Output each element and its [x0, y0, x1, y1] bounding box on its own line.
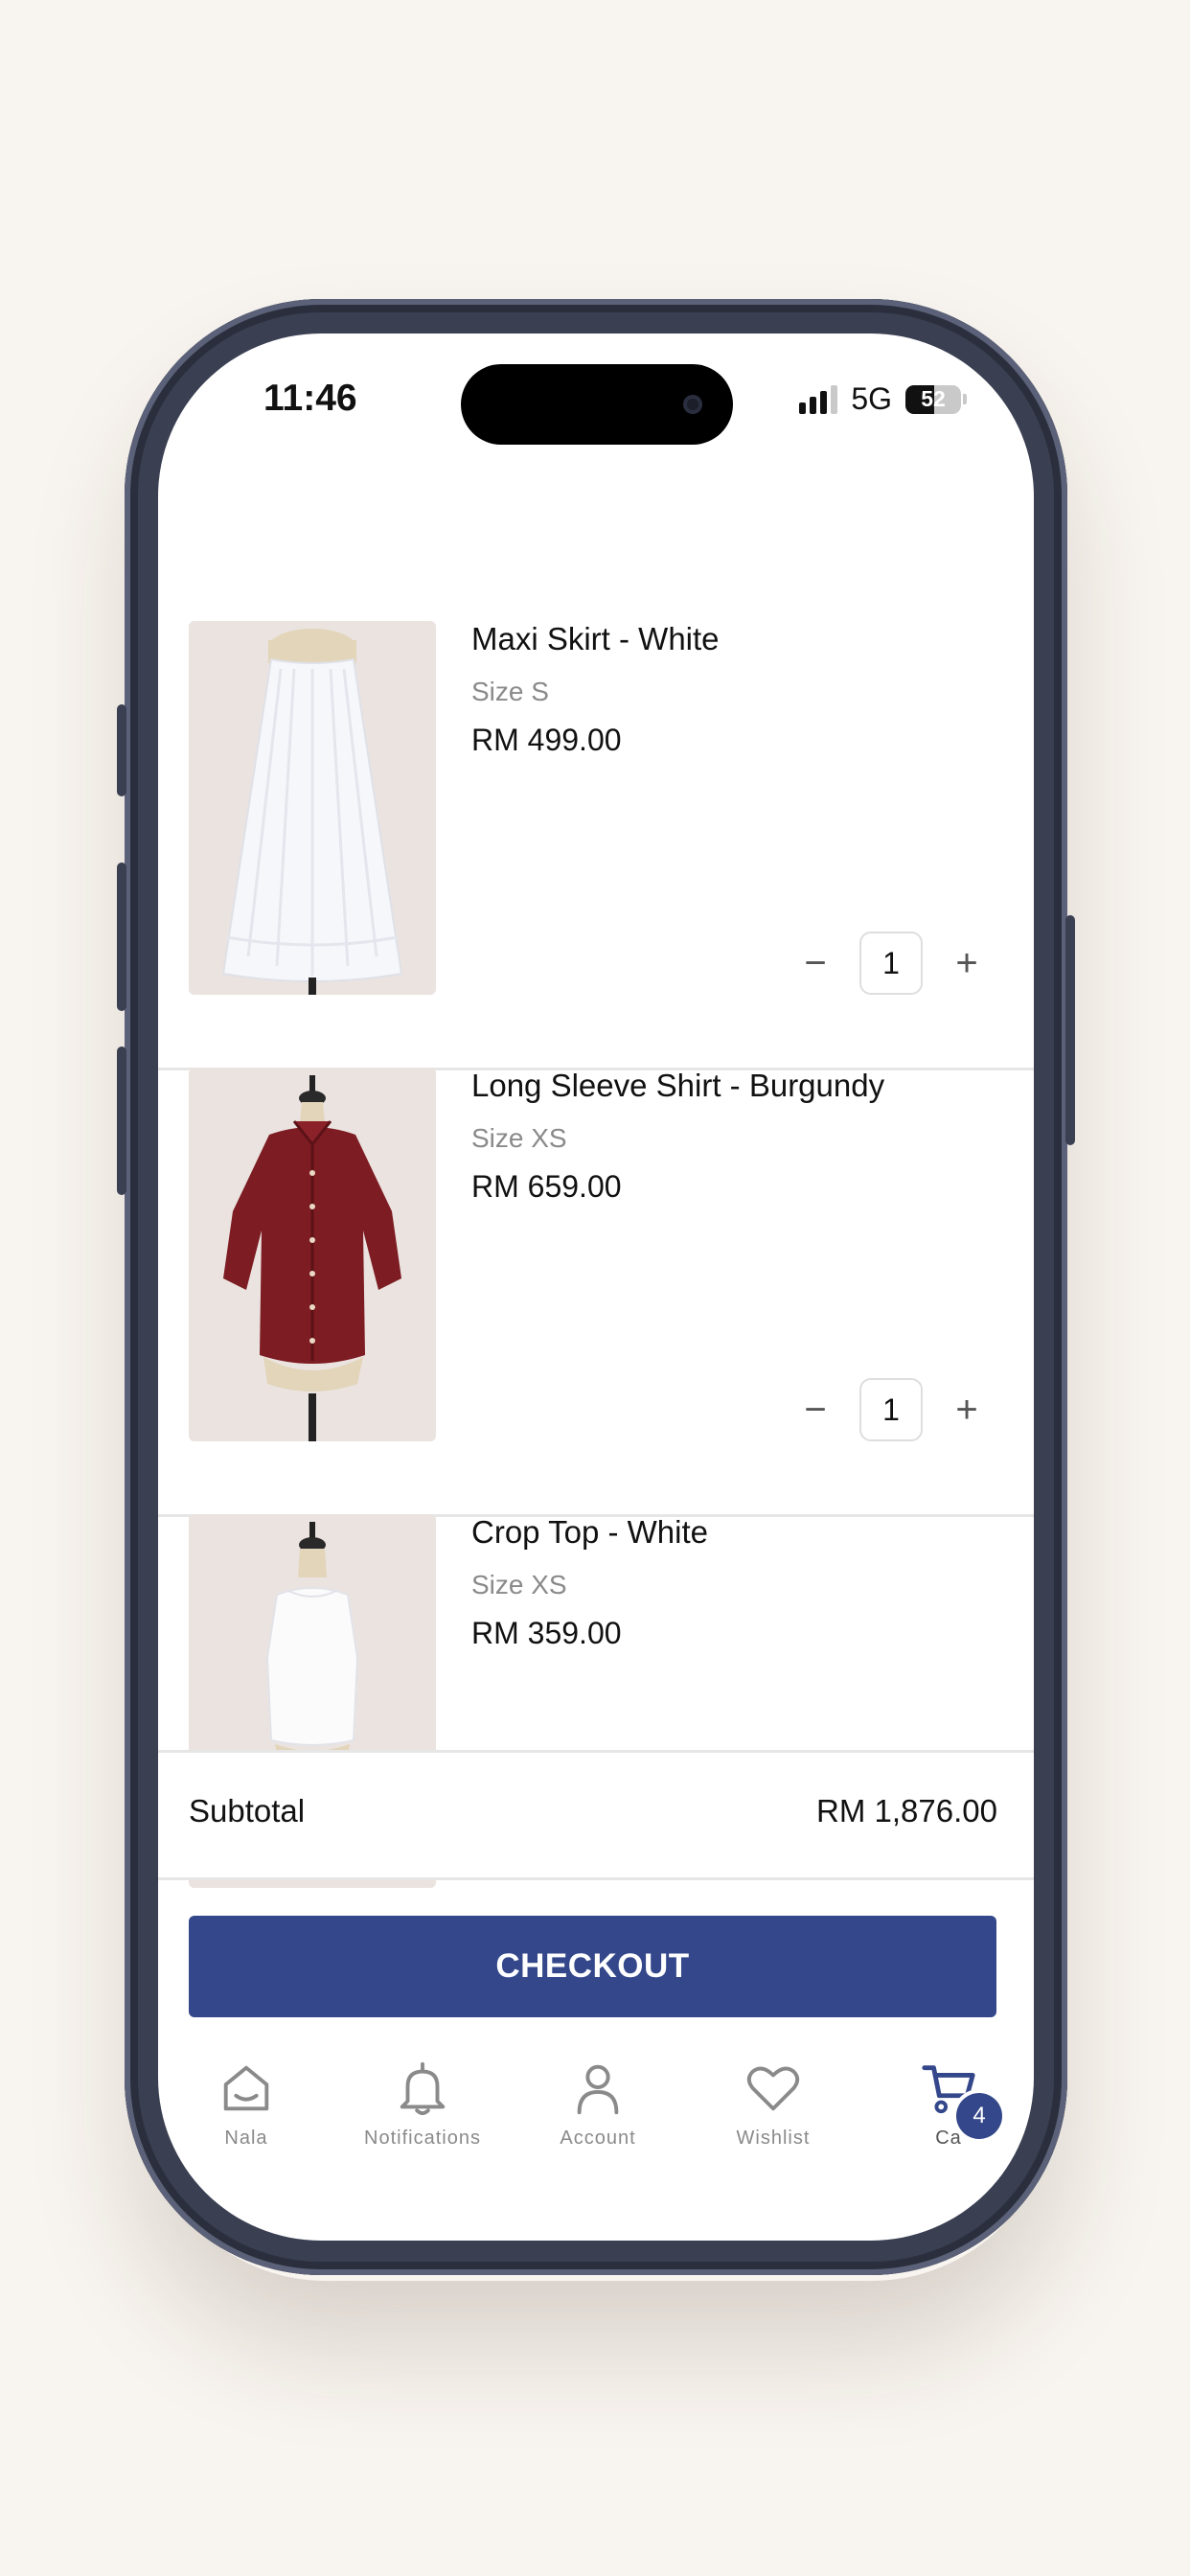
tab-nala[interactable]: Nala	[170, 2058, 323, 2150]
cart-item: Long Sleeve Shirt - Burgundy Size XS RM …	[158, 1068, 1034, 1517]
quantity-stepper: − 1 +	[796, 1378, 986, 1441]
tab-label: Account	[560, 2128, 636, 2149]
signal-icon	[799, 384, 838, 414]
item-size: Size XS	[471, 1123, 567, 1153]
user-icon	[577, 2064, 619, 2115]
cart-item: Crop Top - White Size XS RM 359.00	[158, 1514, 1034, 1961]
battery-level: 52	[921, 386, 946, 411]
subtotal-value: RM 1,876.00	[816, 1793, 997, 1828]
bottom-tab-bar: Nala Notifications Account Wishlist Ca 4	[158, 2058, 1034, 2174]
tab-label: Wishlist	[736, 2128, 811, 2149]
tab-wishlist[interactable]: Wishlist	[697, 2058, 850, 2150]
item-name[interactable]: Crop Top - White	[471, 1514, 708, 1551]
tab-account[interactable]: Account	[521, 2058, 675, 2150]
cart-item: Maxi Skirt - White Size S RM 499.00 − 1 …	[158, 621, 1034, 1070]
item-price: RM 359.00	[471, 1616, 622, 1650]
increase-quantity-button[interactable]: +	[948, 944, 986, 982]
item-size: Size S	[471, 677, 549, 706]
quantity-value[interactable]: 1	[859, 1378, 923, 1441]
quantity-value[interactable]: 1	[859, 932, 923, 995]
product-image-maxi-skirt[interactable]	[189, 621, 436, 995]
power-button	[1065, 915, 1075, 1145]
checkout-button[interactable]: CHECKOUT	[189, 1916, 996, 2017]
network-label: 5G	[851, 381, 892, 416]
status-indicators: 5G 52	[799, 381, 967, 417]
bell-icon	[400, 2061, 446, 2116]
tab-notifications[interactable]: Notifications	[346, 2058, 499, 2150]
volume-down-button	[117, 1046, 126, 1195]
camera-icon	[683, 395, 702, 414]
phone-screen: 11:46 5G 52 Maxi Skirt - White Size S RM…	[158, 334, 1034, 2241]
item-name[interactable]: Maxi Skirt - White	[471, 621, 720, 657]
subtotal-row: Subtotal RM 1,876.00	[158, 1750, 1034, 1880]
tab-label: Notifications	[364, 2128, 481, 2149]
cart-count-badge: 4	[956, 2093, 1002, 2139]
volume-up-button	[117, 862, 126, 1011]
dynamic-island	[461, 364, 733, 445]
item-name[interactable]: Long Sleeve Shirt - Burgundy	[471, 1068, 884, 1104]
decrease-quantity-button[interactable]: −	[796, 944, 835, 982]
decrease-quantity-button[interactable]: −	[796, 1391, 835, 1429]
home-icon	[223, 2065, 269, 2111]
status-time: 11:46	[263, 378, 357, 419]
item-size: Size XS	[471, 1570, 567, 1599]
battery-icon: 52	[905, 384, 961, 414]
quantity-stepper: − 1 +	[796, 932, 986, 995]
increase-quantity-button[interactable]: +	[948, 1391, 986, 1429]
product-image-shirt[interactable]	[189, 1068, 436, 1441]
tab-cart[interactable]: Ca 4	[872, 2058, 1025, 2150]
tab-label: Ca	[935, 2128, 962, 2149]
action-button	[117, 704, 126, 796]
tab-label: Nala	[224, 2128, 268, 2149]
heart-icon	[746, 2066, 800, 2111]
item-price: RM 499.00	[471, 723, 622, 757]
subtotal-label: Subtotal	[189, 1793, 306, 1828]
item-price: RM 659.00	[471, 1169, 622, 1204]
